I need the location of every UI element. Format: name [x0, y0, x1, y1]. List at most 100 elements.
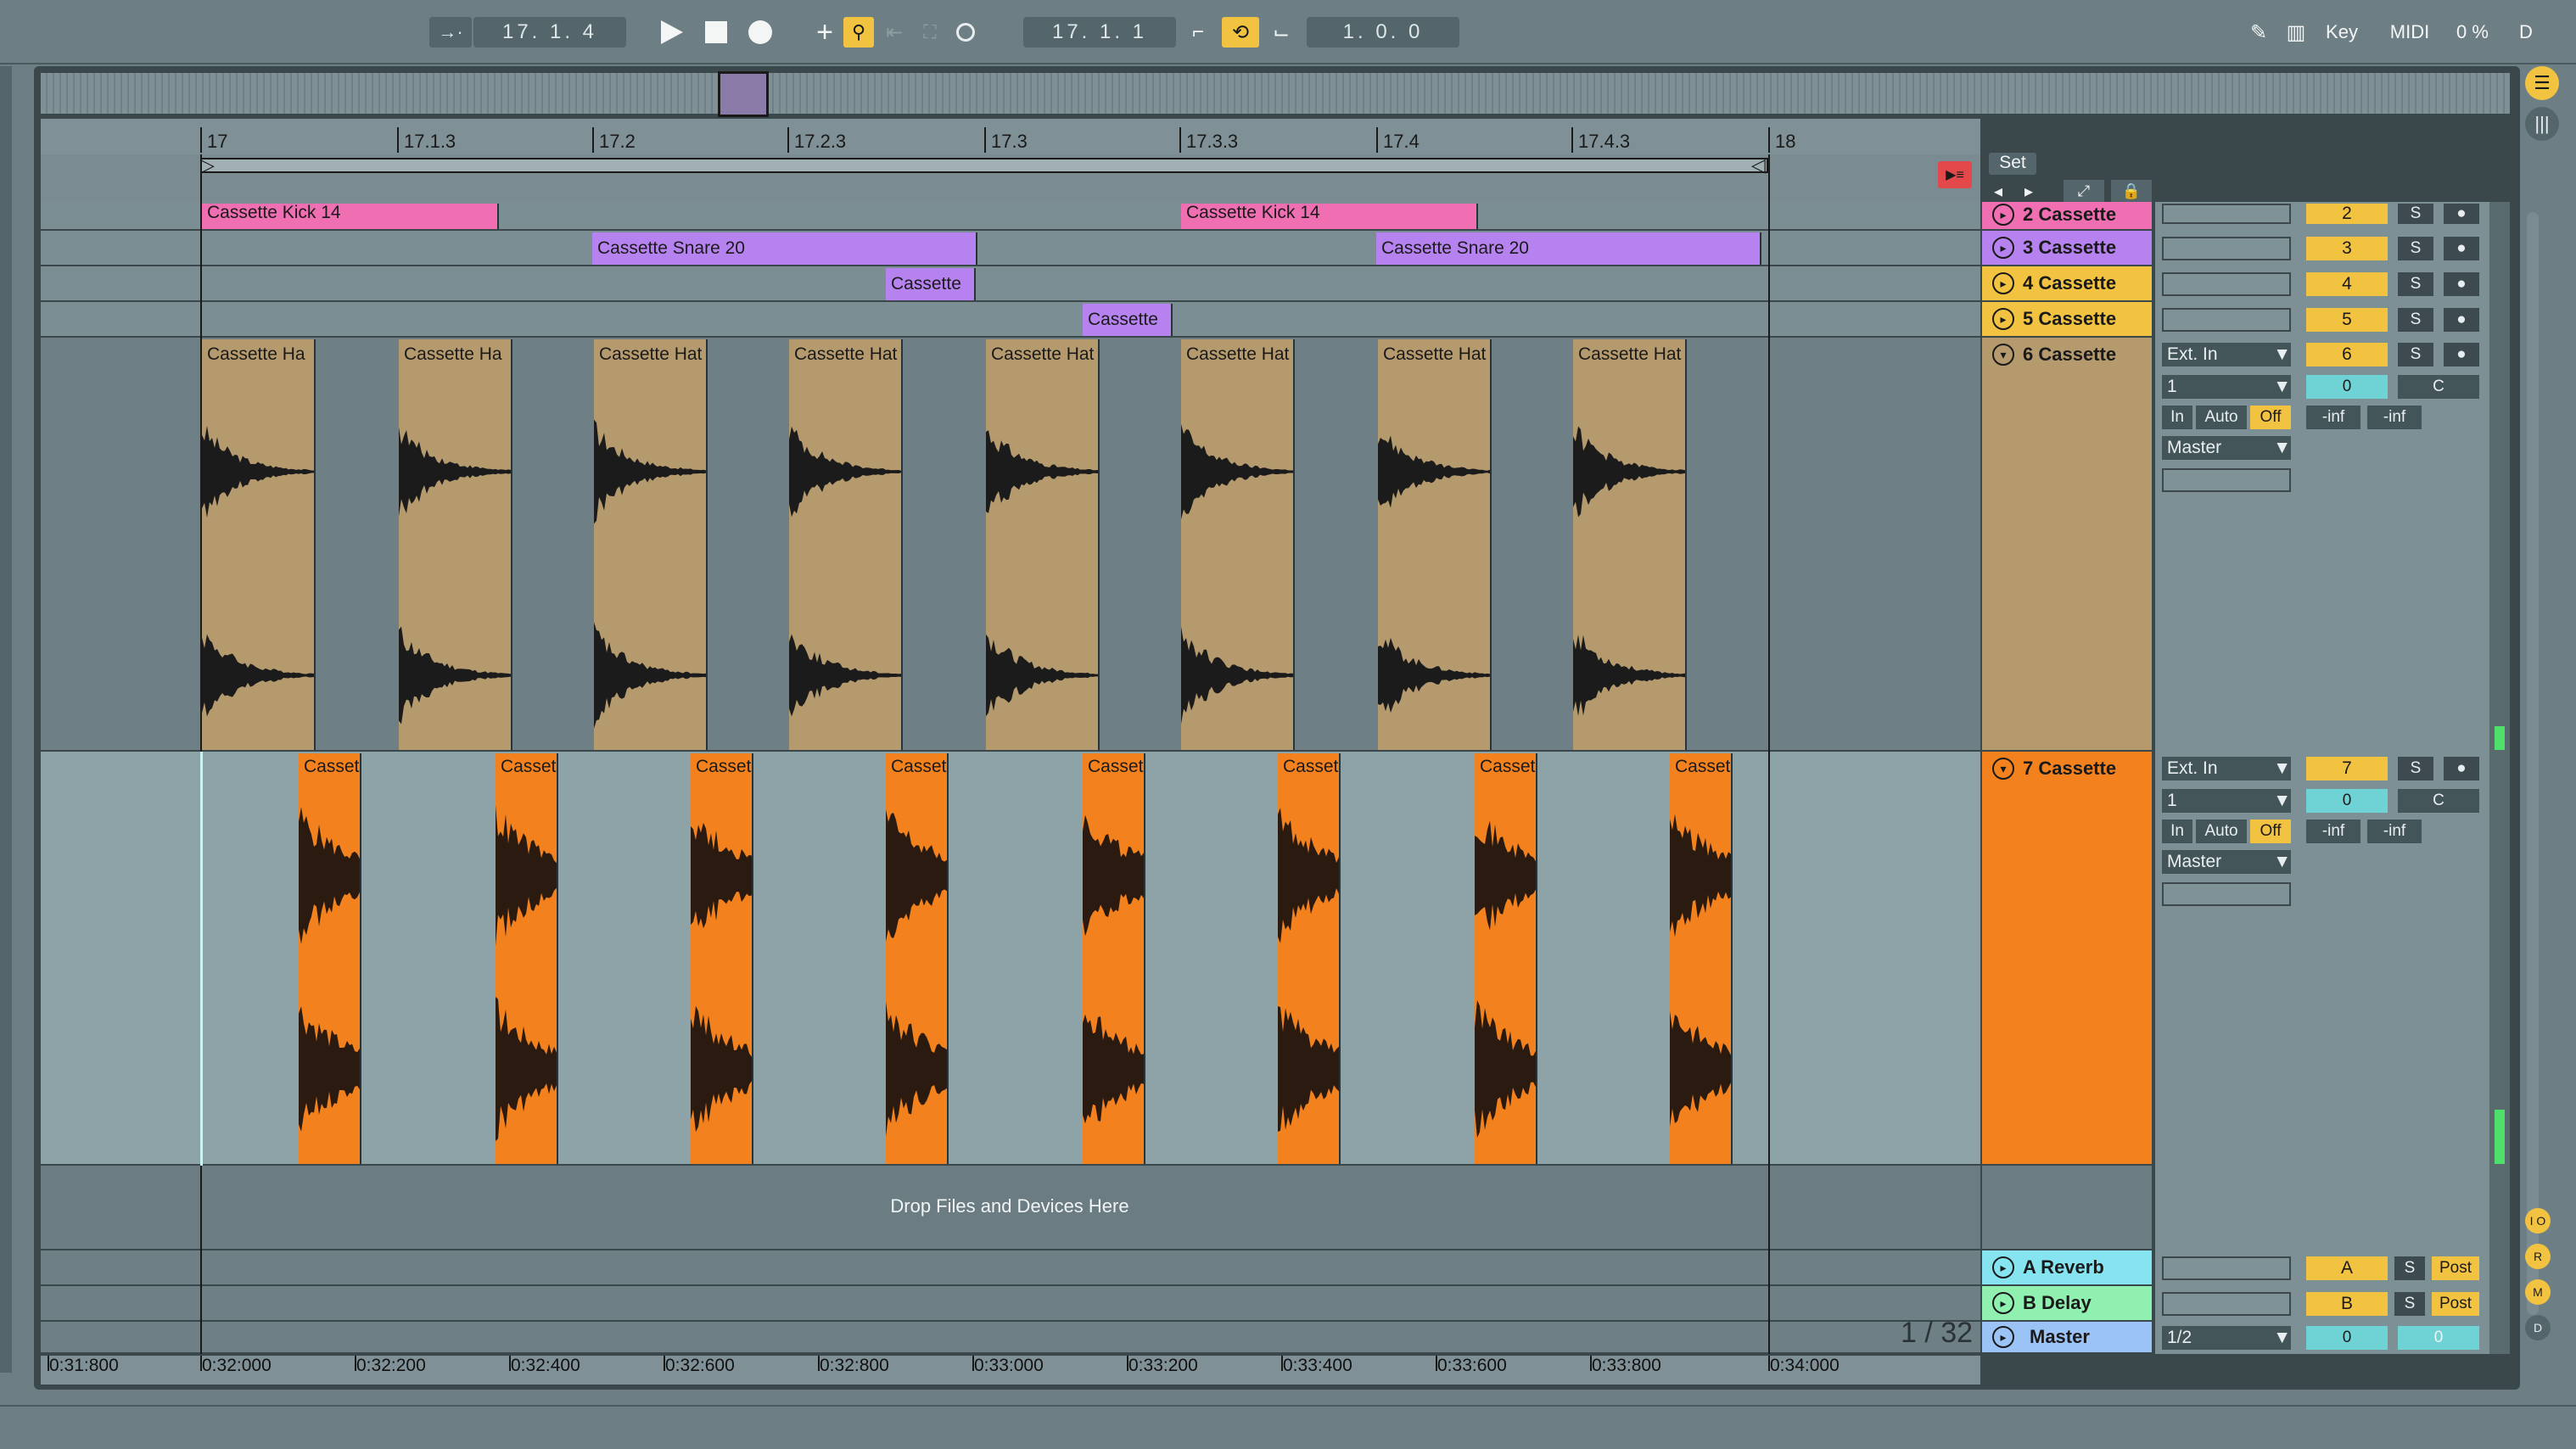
vertical-scrollbar[interactable]	[2527, 212, 2539, 1315]
follow-button[interactable]: →·	[429, 17, 472, 48]
arm-button-icon[interactable]: ●	[2444, 237, 2479, 260]
track-name[interactable]: 5 Cassette	[2023, 308, 2116, 330]
clip-short[interactable]: Cassette	[1083, 304, 1173, 336]
clip-hat[interactable]: Cassette Hat	[1181, 339, 1295, 750]
loop-length[interactable]: 1. 0. 0	[1307, 17, 1459, 48]
browser-toggle-icon[interactable]: ☰	[2525, 66, 2559, 100]
clip-cassette[interactable]: Casset	[1278, 753, 1341, 1164]
clip-cassette[interactable]: Casset	[1083, 753, 1145, 1164]
stop-icon[interactable]	[701, 17, 731, 48]
midi-map-button[interactable]: MIDI	[2383, 17, 2437, 48]
pan-value[interactable]: C	[2398, 375, 2479, 399]
send-value[interactable]: 0	[2306, 375, 2388, 399]
output-select[interactable]: Master ▼	[2162, 850, 2291, 874]
solo-button[interactable]: S	[2398, 757, 2433, 780]
clip-hat[interactable]: Cassette Hat	[594, 339, 708, 750]
track-header-5[interactable]: ▸ 5 Cassette	[1982, 302, 2153, 338]
clip-hat[interactable]: Cassette Hat	[789, 339, 903, 750]
track-activator[interactable]: 3	[2306, 237, 2388, 260]
track-activator[interactable]: 2	[2306, 204, 2388, 224]
clip-cassette[interactable]: Casset	[496, 753, 558, 1164]
set-label[interactable]: Set	[1989, 153, 2036, 175]
io-slot[interactable]	[2162, 308, 2291, 332]
clip-hat[interactable]: Cassette Hat	[986, 339, 1100, 750]
solo-button[interactable]: S	[2398, 272, 2433, 296]
clip-short[interactable]: Cassette	[886, 268, 976, 300]
lock-icon[interactable]: 🔒	[2111, 180, 2152, 202]
post-button[interactable]: Post	[2432, 1292, 2479, 1316]
track-header-4[interactable]: ▸ 4 Cassette	[1982, 266, 2153, 302]
loop-start[interactable]: 17. 1. 1	[1023, 17, 1176, 48]
solo-button[interactable]: S	[2398, 237, 2433, 260]
arm-button-icon[interactable]: ●	[2444, 272, 2479, 296]
key-map-button[interactable]: Key	[2318, 17, 2366, 48]
master-lane[interactable]	[41, 1322, 1980, 1354]
clip-hat[interactable]: Cassette Hat	[1378, 339, 1492, 750]
fold-icon[interactable]: ▸	[1992, 204, 2014, 226]
monitor-in-button[interactable]: In	[2162, 406, 2192, 429]
track-header-2[interactable]: ▸ 2 Cassette	[1982, 202, 2153, 231]
arrangement-position[interactable]: 17. 1. 4	[473, 17, 626, 48]
re-enable-automation-icon[interactable]: ▶≡	[1938, 161, 1972, 188]
output-select[interactable]: Master ▼	[2162, 436, 2291, 460]
post-button[interactable]: Post	[2432, 1256, 2479, 1280]
input-type-select[interactable]: Ext. In ▼	[2162, 757, 2291, 780]
quantize-select[interactable]: 1/2 ▼	[2162, 1326, 2291, 1350]
track-name[interactable]: A Reverb	[2023, 1256, 2104, 1278]
clip-kick[interactable]: Cassette Kick 14	[202, 204, 499, 229]
session-record-icon[interactable]	[950, 17, 981, 48]
forward-icon[interactable]: ▸	[2016, 180, 2041, 202]
track-lane-5[interactable]	[41, 302, 1980, 338]
arrangement-overview[interactable]	[41, 73, 2510, 114]
return-lane-b[interactable]	[41, 1286, 1980, 1322]
track-name[interactable]: 3 Cassette	[2023, 237, 2116, 259]
fold-icon[interactable]: ▸	[1992, 237, 2014, 259]
fold-icon[interactable]: ▸	[1992, 1292, 2014, 1314]
io-slot[interactable]	[2162, 204, 2291, 224]
arm-button-icon[interactable]: ●	[2444, 757, 2479, 780]
clip-hat[interactable]: Cassette Hat	[1573, 339, 1687, 750]
clip-hat[interactable]: Cassette Ha	[399, 339, 512, 750]
add-icon[interactable]: +	[811, 16, 838, 48]
monitor-off-button[interactable]: Off	[2250, 820, 2291, 843]
monitor-off-button[interactable]: Off	[2250, 406, 2291, 429]
keyboard-icon[interactable]: ▥	[2281, 17, 2311, 48]
track-activator[interactable]: 4	[2306, 272, 2388, 296]
side-toggle-m-button[interactable]: M	[2525, 1279, 2551, 1305]
clip-kick[interactable]: Cassette Kick 14	[1181, 204, 1478, 229]
io-slot[interactable]	[2162, 272, 2291, 296]
track-header-7[interactable]: ▾ 7 Cassette	[1982, 752, 2153, 1166]
track-activator[interactable]: 6	[2306, 343, 2388, 366]
overview-viewport[interactable]	[718, 71, 769, 117]
return-header-a[interactable]: ▸ A Reverb	[1982, 1250, 2153, 1286]
solo-button[interactable]: S	[2394, 1256, 2425, 1280]
solo-button[interactable]: S	[2398, 308, 2433, 332]
clip-cassette[interactable]: Casset	[1475, 753, 1537, 1164]
solo-button[interactable]: S	[2394, 1292, 2425, 1316]
return-header-b[interactable]: ▸ B Delay	[1982, 1286, 2153, 1322]
track-name[interactable]: Master	[2030, 1326, 2090, 1348]
track-name[interactable]: 2 Cassette	[2023, 204, 2116, 226]
punch-out-icon[interactable]: ⌙	[1264, 17, 1298, 48]
track-name[interactable]: 7 Cassette	[2023, 758, 2116, 780]
send-value[interactable]: 0	[2306, 789, 2388, 813]
side-toggle-r-button[interactable]: R	[2525, 1244, 2551, 1269]
clip-cassette[interactable]: Casset	[299, 753, 361, 1164]
master-header[interactable]: ▸ Master	[1982, 1322, 2153, 1354]
clip-cassette[interactable]: Casset	[691, 753, 753, 1164]
fold-icon[interactable]: ▾	[1992, 344, 2014, 366]
solo-button[interactable]: S	[2398, 204, 2433, 224]
track-activator[interactable]: 7	[2306, 757, 2388, 780]
draw-mode-icon[interactable]: ✎	[2243, 17, 2274, 48]
track-header-6[interactable]: ▾ 6 Cassette	[1982, 338, 2153, 752]
clip-cassette[interactable]: Casset	[886, 753, 949, 1164]
fold-icon[interactable]: ▸	[1992, 308, 2014, 330]
expand-icon[interactable]: ⤢	[2064, 180, 2104, 202]
monitor-in-button[interactable]: In	[2162, 820, 2192, 843]
return-activator[interactable]: B	[2306, 1292, 2388, 1316]
return-lane-a[interactable]	[41, 1250, 1980, 1286]
input-type-select[interactable]: Ext. In ▼	[2162, 343, 2291, 366]
fold-icon[interactable]: ▾	[1992, 758, 2014, 780]
arm-button-icon[interactable]: ●	[2444, 204, 2479, 224]
output-channel-slot[interactable]	[2162, 468, 2291, 492]
